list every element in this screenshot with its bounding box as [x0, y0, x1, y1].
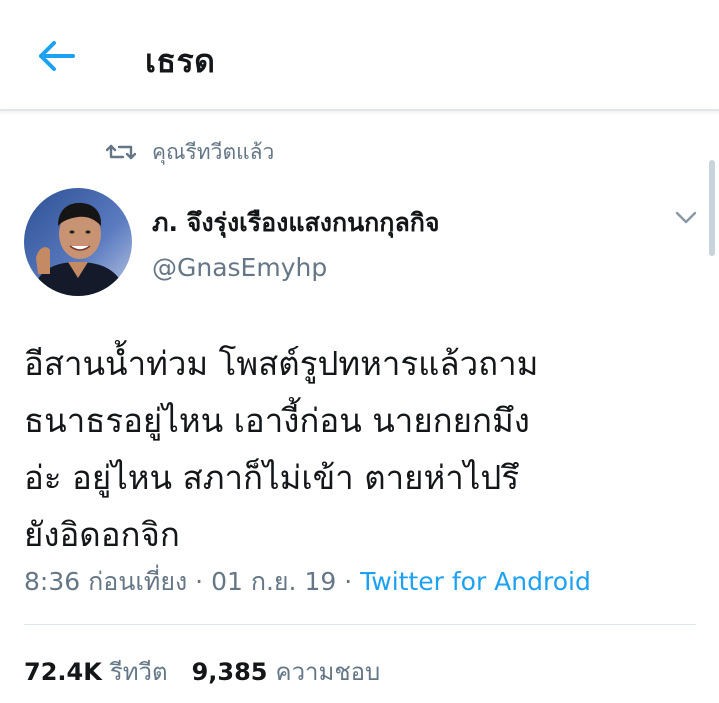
scrollbar[interactable] [709, 160, 715, 256]
tweet-date: 01 ก.ย. 19 [211, 567, 337, 596]
author-display-name[interactable]: ภ. จึงรุ่งเรืองแสงกนกกุลกิจ [152, 203, 440, 243]
tweet-text: อีสานน้ำท่วม โพสต์รูปทหารแล้วถาม ธนาธรอย… [24, 344, 539, 554]
tweet-client-link[interactable]: Twitter for Android [360, 567, 591, 596]
back-button[interactable] [30, 30, 82, 82]
avatar[interactable] [24, 188, 132, 296]
retweet-context: คุณรีทวีตแล้ว [106, 136, 274, 168]
chevron-down-icon [675, 211, 697, 224]
meta-separator: · [187, 567, 212, 596]
retweet-context-label: คุณรีทวีตแล้ว [152, 139, 275, 164]
page-title: เธรด [145, 42, 216, 80]
retweets-count: 72.4K [24, 658, 102, 686]
retweets-label: รีทวีต [109, 658, 168, 686]
retweet-icon [106, 140, 136, 164]
tweet-time: 8:36 ก่อนเที่ยง [24, 567, 188, 596]
likes-label: ความชอบ [275, 658, 381, 686]
retweets-stat[interactable]: 72.4K รีทวีต [24, 652, 168, 691]
app-header: เธรด [0, 0, 719, 111]
tweet-stats: 72.4K รีทวีต 9,385 ความชอบ [24, 652, 380, 691]
arrow-left-icon [39, 41, 75, 71]
author-handle[interactable]: @GnasEmyhp [152, 253, 327, 282]
tweet-metadata: 8:36 ก่อนเที่ยง · 01 ก.ย. 19 · Twitter f… [24, 562, 591, 602]
likes-count: 9,385 [191, 658, 268, 686]
likes-stat[interactable]: 9,385 ความชอบ [192, 652, 381, 691]
meta-separator: · [336, 567, 361, 596]
tweet-options-button[interactable] [672, 203, 700, 231]
divider [24, 624, 696, 625]
